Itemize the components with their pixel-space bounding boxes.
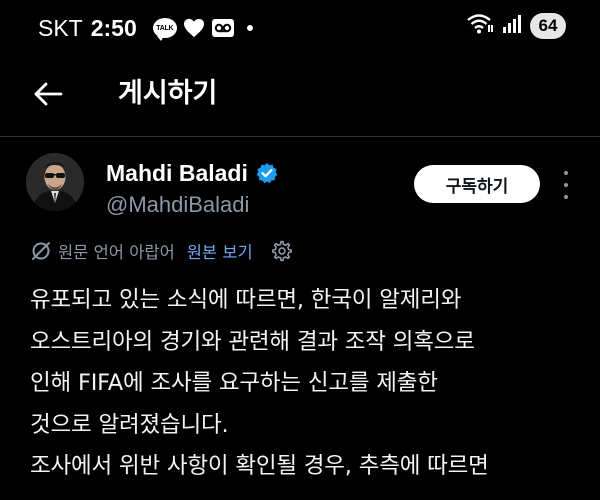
status-bar-left: SKT 2:50 TALK bbox=[38, 14, 253, 42]
more-options-icon[interactable] bbox=[558, 171, 574, 199]
translate-icon bbox=[30, 240, 52, 262]
author-name[interactable]: Mahdi Baladi bbox=[106, 159, 248, 187]
clock: 2:50 bbox=[90, 15, 137, 41]
post: Mahdi Baladi @MahdiBaladi 구독하기 원문 언어 아랍어… bbox=[0, 137, 600, 500]
more-dot bbox=[564, 195, 568, 199]
battery-level: 64 bbox=[530, 13, 566, 39]
app-header: 게시하기 bbox=[0, 58, 600, 137]
post-body-line: 유포되고 있는 소식에 따르면, 한국이 알제리와 bbox=[30, 287, 462, 313]
subscribe-button[interactable]: 구독하기 bbox=[414, 165, 540, 203]
back-arrow-icon bbox=[33, 81, 63, 111]
status-bar-right: 64 bbox=[466, 13, 566, 39]
avatar-image bbox=[26, 153, 84, 211]
wifi-icon bbox=[466, 13, 494, 39]
author-handle[interactable]: @MahdiBaladi bbox=[106, 192, 249, 218]
more-notifications-dot-icon bbox=[246, 25, 253, 31]
translation-note: 원문 언어 아랍어 bbox=[58, 243, 175, 262]
post-body: 유포되고 있는 소식에 따르면, 한국이 알제리와 오스트리아의 경기와 관련해… bbox=[30, 280, 590, 488]
voicemail-icon bbox=[211, 18, 235, 38]
carrier-label: SKT bbox=[38, 15, 83, 41]
avatar[interactable] bbox=[26, 153, 84, 211]
status-bar: SKT 2:50 TALK 64 bbox=[0, 0, 600, 58]
post-body-line: 인해 FIFA에 조사를 요구하는 신고를 제출한 bbox=[30, 370, 438, 396]
translation-row: 원문 언어 아랍어 원본 보기 bbox=[30, 237, 293, 265]
more-dot bbox=[564, 171, 568, 175]
back-button[interactable] bbox=[30, 78, 66, 114]
talk-icon: TALK bbox=[152, 18, 177, 41]
author-name-row[interactable]: Mahdi Baladi bbox=[106, 159, 278, 187]
settings-gear-icon[interactable] bbox=[271, 240, 293, 262]
post-body-line: 오스트리아의 경기와 관련해 결과 조작 의혹으로 bbox=[30, 328, 475, 355]
post-body-line: 조사에서 위반 사항이 확인될 경우, 추측에 따르면 bbox=[30, 453, 489, 479]
signal-icon bbox=[502, 13, 522, 39]
page-title: 게시하기 bbox=[118, 78, 218, 109]
more-dot bbox=[564, 183, 568, 187]
verified-badge-icon[interactable] bbox=[256, 162, 278, 184]
show-original-link[interactable]: 원본 보기 bbox=[187, 239, 253, 263]
talk-icon-text: TALK bbox=[156, 24, 174, 32]
heart-icon bbox=[183, 18, 205, 38]
notification-icons: TALK bbox=[152, 18, 253, 41]
post-body-line: 것으로 알려졌습니다. bbox=[30, 411, 229, 438]
